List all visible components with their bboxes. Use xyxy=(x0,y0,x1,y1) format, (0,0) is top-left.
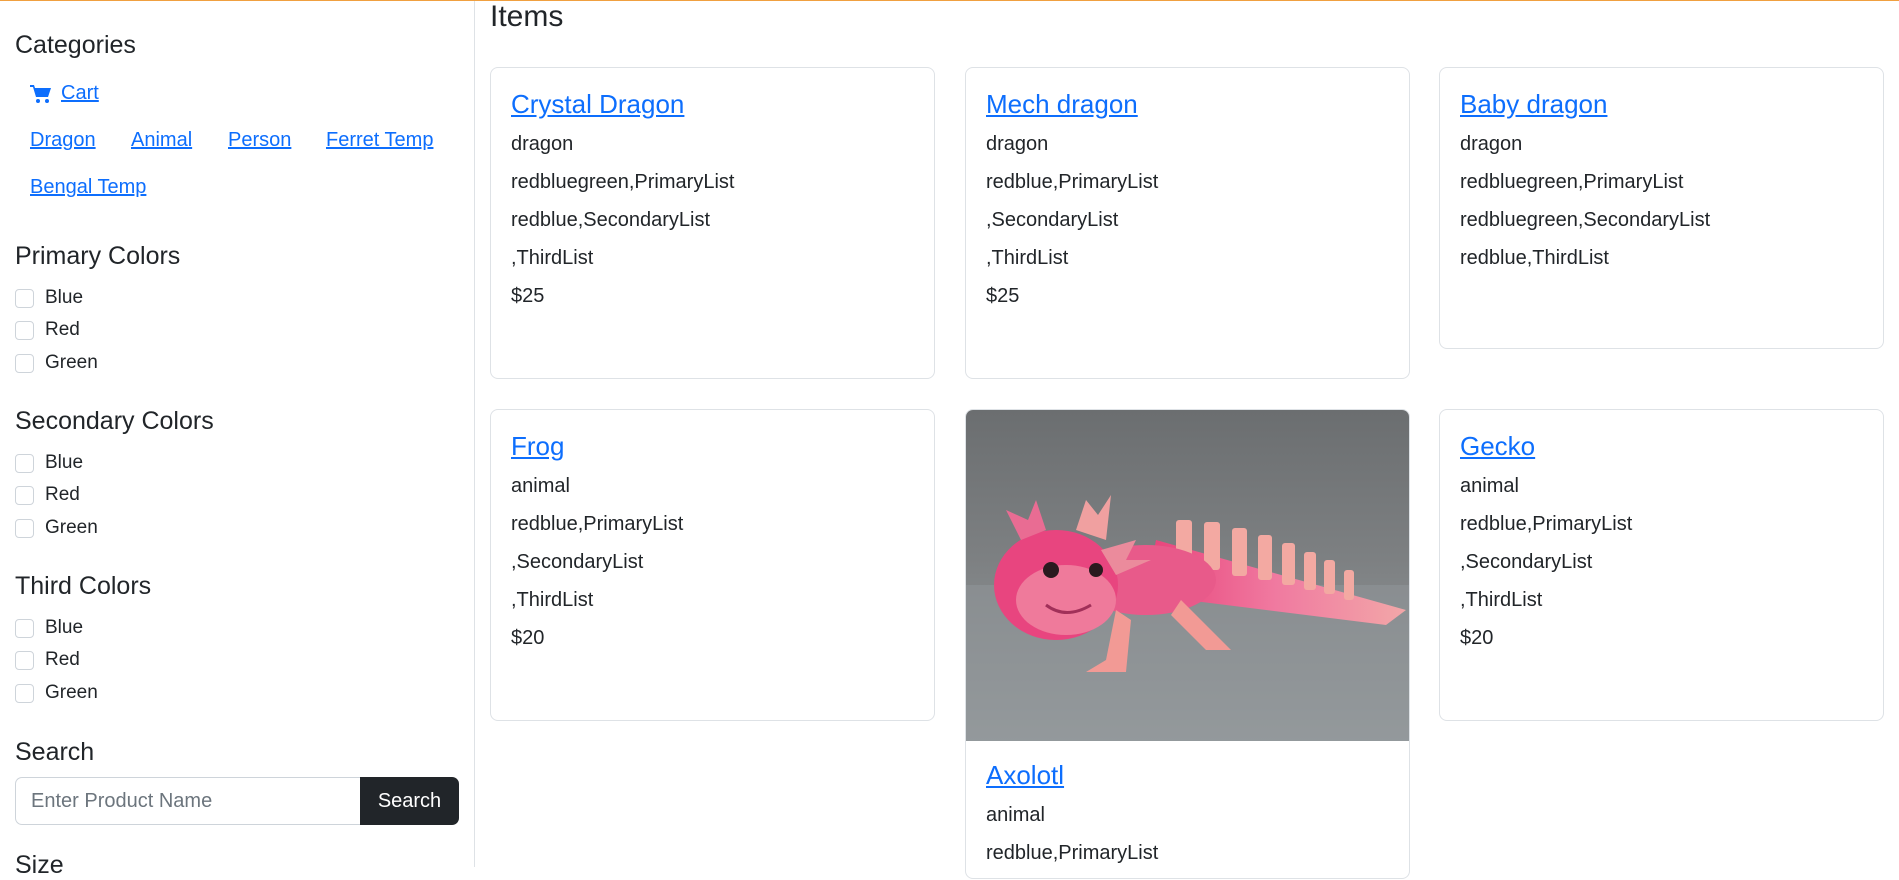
product-third-colors: redblue,ThirdList xyxy=(1460,247,1609,269)
categories-heading: Categories xyxy=(15,31,136,59)
product-card: Gecko animal redblue,PrimaryList ,Second… xyxy=(1439,409,1884,721)
product-third-colors: ,ThirdList xyxy=(986,247,1069,269)
product-secondary-colors: redbluegreen,SecondaryList xyxy=(1460,209,1711,231)
search-heading: Search xyxy=(15,738,95,766)
search-input[interactable]: Enter Product Name xyxy=(15,777,360,825)
checkbox[interactable] xyxy=(15,518,34,538)
checkbox-label: Green xyxy=(45,517,98,538)
secondary-colors-heading: Secondary Colors xyxy=(15,407,214,435)
product-secondary-colors: redblue,SecondaryList xyxy=(511,209,711,231)
product-card: Baby dragon dragon redbluegreen,PrimaryL… xyxy=(1439,67,1884,349)
product-title-link[interactable]: Baby dragon xyxy=(1460,88,1863,120)
product-category: dragon xyxy=(1460,133,1523,155)
product-title-link[interactable]: Axolotl xyxy=(986,759,1389,791)
search-button[interactable]: Search xyxy=(360,777,459,825)
cart-link[interactable]: Cart xyxy=(30,82,99,105)
checkbox[interactable] xyxy=(15,353,34,373)
third-colors-heading: Third Colors xyxy=(15,572,152,600)
product-card: Axolotl animal redblue,PrimaryList xyxy=(965,409,1410,879)
checkbox[interactable] xyxy=(15,650,34,670)
secondary-green-checkbox[interactable]: Green xyxy=(15,516,98,540)
product-secondary-colors: ,SecondaryList xyxy=(1460,551,1593,573)
cart-icon xyxy=(30,84,51,103)
product-secondary-colors: ,SecondaryList xyxy=(986,209,1119,231)
product-price: $25 xyxy=(511,285,545,307)
checkbox[interactable] xyxy=(15,320,34,340)
third-blue-checkbox[interactable]: Blue xyxy=(15,616,83,640)
product-third-colors: ,ThirdList xyxy=(511,589,594,611)
size-heading: Size xyxy=(15,851,64,879)
product-primary-colors: redblue,PrimaryList xyxy=(511,513,684,535)
sidebar: Categories Cart Dragon Animal Person Fer… xyxy=(0,1,475,879)
product-card: Crystal Dragon dragon redbluegreen,Prima… xyxy=(490,67,935,379)
checkbox[interactable] xyxy=(15,618,34,638)
product-price: $20 xyxy=(1460,627,1494,649)
checkbox-label: Blue xyxy=(45,452,84,473)
secondary-blue-checkbox[interactable]: Blue xyxy=(15,451,83,475)
category-link-person[interactable]: Person xyxy=(228,129,291,152)
product-category: animal xyxy=(511,475,570,497)
product-third-colors: ,ThirdList xyxy=(511,247,594,269)
product-secondary-colors: ,SecondaryList xyxy=(511,551,644,573)
product-card: Frog animal redblue,PrimaryList ,Seconda… xyxy=(490,409,935,721)
product-image[interactable] xyxy=(966,410,1409,741)
product-title-link[interactable]: Frog xyxy=(511,430,914,462)
product-price: $20 xyxy=(511,627,545,649)
category-link-dragon[interactable]: Dragon xyxy=(30,129,96,152)
product-category: animal xyxy=(986,804,1045,826)
primary-blue-checkbox[interactable]: Blue xyxy=(15,286,83,310)
product-primary-colors: redblue,PrimaryList xyxy=(986,842,1159,864)
product-primary-colors: redblue,PrimaryList xyxy=(986,171,1159,193)
page-title: Items xyxy=(490,0,564,33)
product-primary-colors: redbluegreen,PrimaryList xyxy=(511,171,735,193)
checkbox-label: Red xyxy=(45,319,80,340)
category-link-bengal-temp[interactable]: Bengal Temp xyxy=(30,176,146,199)
product-category: dragon xyxy=(986,133,1049,155)
checkbox[interactable] xyxy=(15,288,34,308)
product-title-link[interactable]: Mech dragon xyxy=(986,88,1389,120)
checkbox[interactable] xyxy=(15,485,34,505)
third-green-checkbox[interactable]: Green xyxy=(15,681,98,705)
checkbox-label: Blue xyxy=(45,287,84,308)
checkbox-label: Blue xyxy=(45,617,84,638)
third-red-checkbox[interactable]: Red xyxy=(15,648,80,672)
category-link-ferret-temp[interactable]: Ferret Temp xyxy=(326,129,433,152)
checkbox[interactable] xyxy=(15,683,34,703)
checkbox-label: Green xyxy=(45,682,98,703)
primary-colors-heading: Primary Colors xyxy=(15,242,181,270)
checkbox-label: Red xyxy=(45,649,80,670)
search-group: Enter Product Name Search xyxy=(15,777,459,825)
primary-red-checkbox[interactable]: Red xyxy=(15,318,80,342)
category-link-animal[interactable]: Animal xyxy=(131,129,192,152)
product-price: $25 xyxy=(986,285,1020,307)
product-primary-colors: redbluegreen,PrimaryList xyxy=(1460,171,1684,193)
product-category: animal xyxy=(1460,475,1519,497)
product-title-link[interactable]: Gecko xyxy=(1460,430,1863,462)
cart-label: Cart xyxy=(61,82,99,104)
product-card: Mech dragon dragon redblue,PrimaryList ,… xyxy=(965,67,1410,379)
checkbox[interactable] xyxy=(15,453,34,473)
checkbox-label: Green xyxy=(45,352,98,373)
checkbox-label: Red xyxy=(45,484,80,505)
product-third-colors: ,ThirdList xyxy=(1460,589,1543,611)
product-title-link[interactable]: Crystal Dragon xyxy=(511,88,914,120)
secondary-red-checkbox[interactable]: Red xyxy=(15,483,80,507)
primary-green-checkbox[interactable]: Green xyxy=(15,351,98,375)
product-category: dragon xyxy=(511,133,574,155)
product-primary-colors: redblue,PrimaryList xyxy=(1460,513,1633,535)
